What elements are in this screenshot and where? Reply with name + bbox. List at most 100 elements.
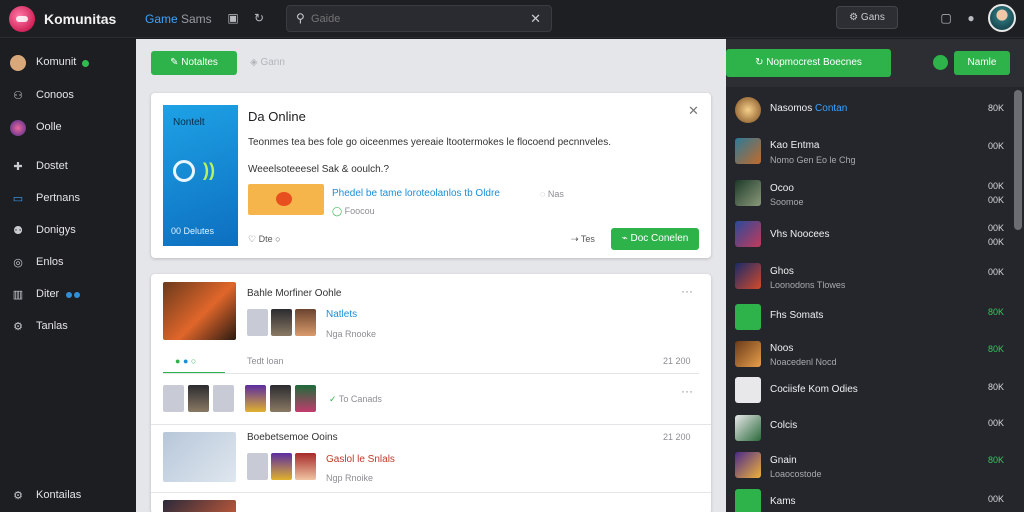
game-icon: ◈ — [250, 57, 261, 68]
game-sub: Loonodons Tlowes — [770, 280, 846, 290]
promo-thumbnail[interactable] — [248, 184, 324, 215]
sidebar-item-oolle[interactable]: Oolle — [0, 116, 136, 140]
media-thumbnail[interactable] — [163, 385, 184, 412]
close-icon[interactable]: ✕ — [688, 103, 699, 119]
users-icon: ⚉ — [13, 225, 23, 237]
promo-link[interactable]: Phedel be tame loroteolanlos tb Oldre — [332, 188, 500, 199]
main-content: ✎ Notaltes ◈ Gann Nontelt )) 00 Delutes … — [136, 39, 726, 512]
promo-image[interactable]: Nontelt )) 00 Delutes — [163, 105, 238, 246]
more-options-icon[interactable]: ··· — [681, 384, 693, 398]
post-link[interactable]: Natlets — [326, 309, 357, 320]
game-sub: Soomoe — [770, 197, 804, 207]
recommend-button[interactable]: ↻ Nopmocrest Boecnes — [726, 49, 891, 77]
game-icon[interactable] — [735, 341, 761, 367]
sidebar-item-donigys[interactable]: ⚉ Donigys — [0, 219, 136, 243]
media-thumbnail[interactable] — [213, 385, 234, 412]
game-value: 00K — [987, 418, 1004, 428]
post-link[interactable]: Gaslol le Snlals — [326, 454, 395, 465]
promo-action-button[interactable]: ⌁ Doc Conelen — [611, 228, 699, 250]
game-title: Kams — [770, 496, 796, 507]
sidebar: Komunit ⚇ Conoos Oolle ✚ Dostet ▭ Pertna… — [0, 39, 136, 512]
top-bar: Komunitas Game Sams ▣ ↻ ⚲ ✕ ⚙ Gans ▢ ● — [0, 0, 1024, 38]
game-sub: Noacedenl Nocd — [770, 357, 837, 367]
game-sub: Nomo Gen Eo le Chg — [770, 155, 856, 165]
post-title: Boebetsemoe Ooins — [247, 432, 338, 443]
header-secondary-button[interactable]: Namle — [954, 51, 1010, 75]
user-avatar[interactable] — [988, 4, 1016, 32]
media-thumbnail[interactable] — [271, 309, 292, 336]
nav-game[interactable]: Game — [145, 12, 178, 26]
refresh-icon: ↻ — [755, 57, 767, 68]
media-thumbnail[interactable] — [295, 309, 316, 336]
post-sub: Nga Rnooke — [326, 329, 377, 339]
post-thumbnail[interactable] — [163, 500, 236, 512]
promo-footer-mid[interactable]: ⇢ Tes — [571, 234, 595, 245]
game-title: Noos — [770, 343, 794, 354]
pencil-icon: ✎ — [170, 57, 182, 68]
post-tag[interactable]: ✓ To Canads — [329, 394, 382, 405]
post-thumbnail[interactable] — [163, 282, 236, 340]
window-icon[interactable]: ▢ — [938, 10, 954, 26]
tab-label[interactable]: Tedt loan — [247, 356, 284, 366]
game-icon[interactable] — [735, 221, 761, 247]
clear-search-icon[interactable]: ✕ — [530, 11, 541, 27]
sidebar-item-conoos[interactable]: ⚇ Conoos — [0, 84, 136, 108]
sidebar-footer[interactable]: ⚙ Kontailas — [0, 484, 136, 508]
sidebar-item-tanlas[interactable]: ⚙ Tanlas — [0, 315, 136, 339]
media-thumbnail[interactable] — [188, 385, 209, 412]
game-icon[interactable] — [735, 415, 761, 441]
media-thumbnail[interactable] — [295, 385, 316, 412]
sidebar-item-enlos[interactable]: ◎ Enlos — [0, 251, 136, 275]
media-thumbnail[interactable] — [245, 385, 266, 412]
media-thumbnail[interactable] — [270, 385, 291, 412]
game-icon[interactable] — [735, 304, 761, 330]
game-icon[interactable] — [735, 263, 761, 289]
media-thumbnail[interactable] — [247, 453, 268, 480]
game-icon[interactable] — [735, 180, 761, 206]
notification-icon[interactable]: ● — [963, 10, 979, 26]
tab-indicator-icons[interactable]: ● ● ○ — [175, 356, 196, 366]
post-count: 21 200 — [663, 432, 691, 442]
divider — [151, 492, 711, 493]
refresh-icon[interactable]: ↻ — [251, 10, 267, 26]
game-sub: Loaocostode — [770, 469, 822, 479]
new-post-button[interactable]: ✎ Notaltes — [151, 51, 237, 75]
divider — [163, 373, 699, 374]
scrollbar[interactable] — [1014, 90, 1022, 230]
ghost-button[interactable]: ◈ Gann — [250, 57, 285, 68]
right-panel-header: ↻ Nopmocrest Boecnes Namle — [726, 39, 1024, 87]
game-value: 80K — [987, 307, 1004, 317]
post-title: Bahle Morfiner Oohle — [247, 288, 342, 299]
game-icon[interactable] — [735, 489, 761, 512]
search-input[interactable] — [311, 11, 511, 27]
post-thumbnail[interactable] — [163, 432, 236, 482]
game-title: Nasomos Contan — [770, 103, 848, 114]
game-title: Vhs Noocees — [770, 229, 830, 240]
game-icon[interactable] — [735, 97, 761, 123]
status-icon[interactable] — [933, 55, 948, 70]
promo-title: Da Online — [248, 109, 306, 124]
user-avatar-icon — [10, 55, 26, 71]
promo-footer-left[interactable]: ♡ Dte ○ — [248, 234, 281, 245]
share-icon: ⇢ — [571, 234, 581, 244]
nav-sams[interactable]: Sams — [181, 12, 212, 26]
game-icon[interactable] — [735, 138, 761, 164]
sidebar-item-komunit[interactable]: Komunit — [0, 51, 136, 75]
app-logo-icon[interactable] — [9, 6, 35, 32]
media-thumbnail[interactable] — [271, 453, 292, 480]
game-icon[interactable] — [735, 377, 761, 403]
game-value: 00K — [987, 223, 1004, 233]
media-thumbnail[interactable] — [295, 453, 316, 480]
media-thumbnail[interactable] — [247, 309, 268, 336]
sidebar-item-diter[interactable]: ▥ Diter — [0, 283, 136, 307]
sidebar-item-pertnans[interactable]: ▭ Pertnans — [0, 187, 136, 211]
more-options-icon[interactable]: ··· — [681, 284, 693, 298]
chat-icon[interactable]: ▣ — [225, 10, 241, 26]
search-bar[interactable]: ⚲ ✕ — [286, 5, 552, 32]
game-title: Ocoo — [770, 183, 794, 194]
sidebar-item-dostet[interactable]: ✚ Dostet — [0, 155, 136, 179]
game-value: 80K — [987, 103, 1004, 113]
games-button[interactable]: ⚙ Gans — [836, 6, 898, 29]
monitor-icon: ▭ — [12, 193, 24, 205]
game-icon[interactable] — [735, 452, 761, 478]
